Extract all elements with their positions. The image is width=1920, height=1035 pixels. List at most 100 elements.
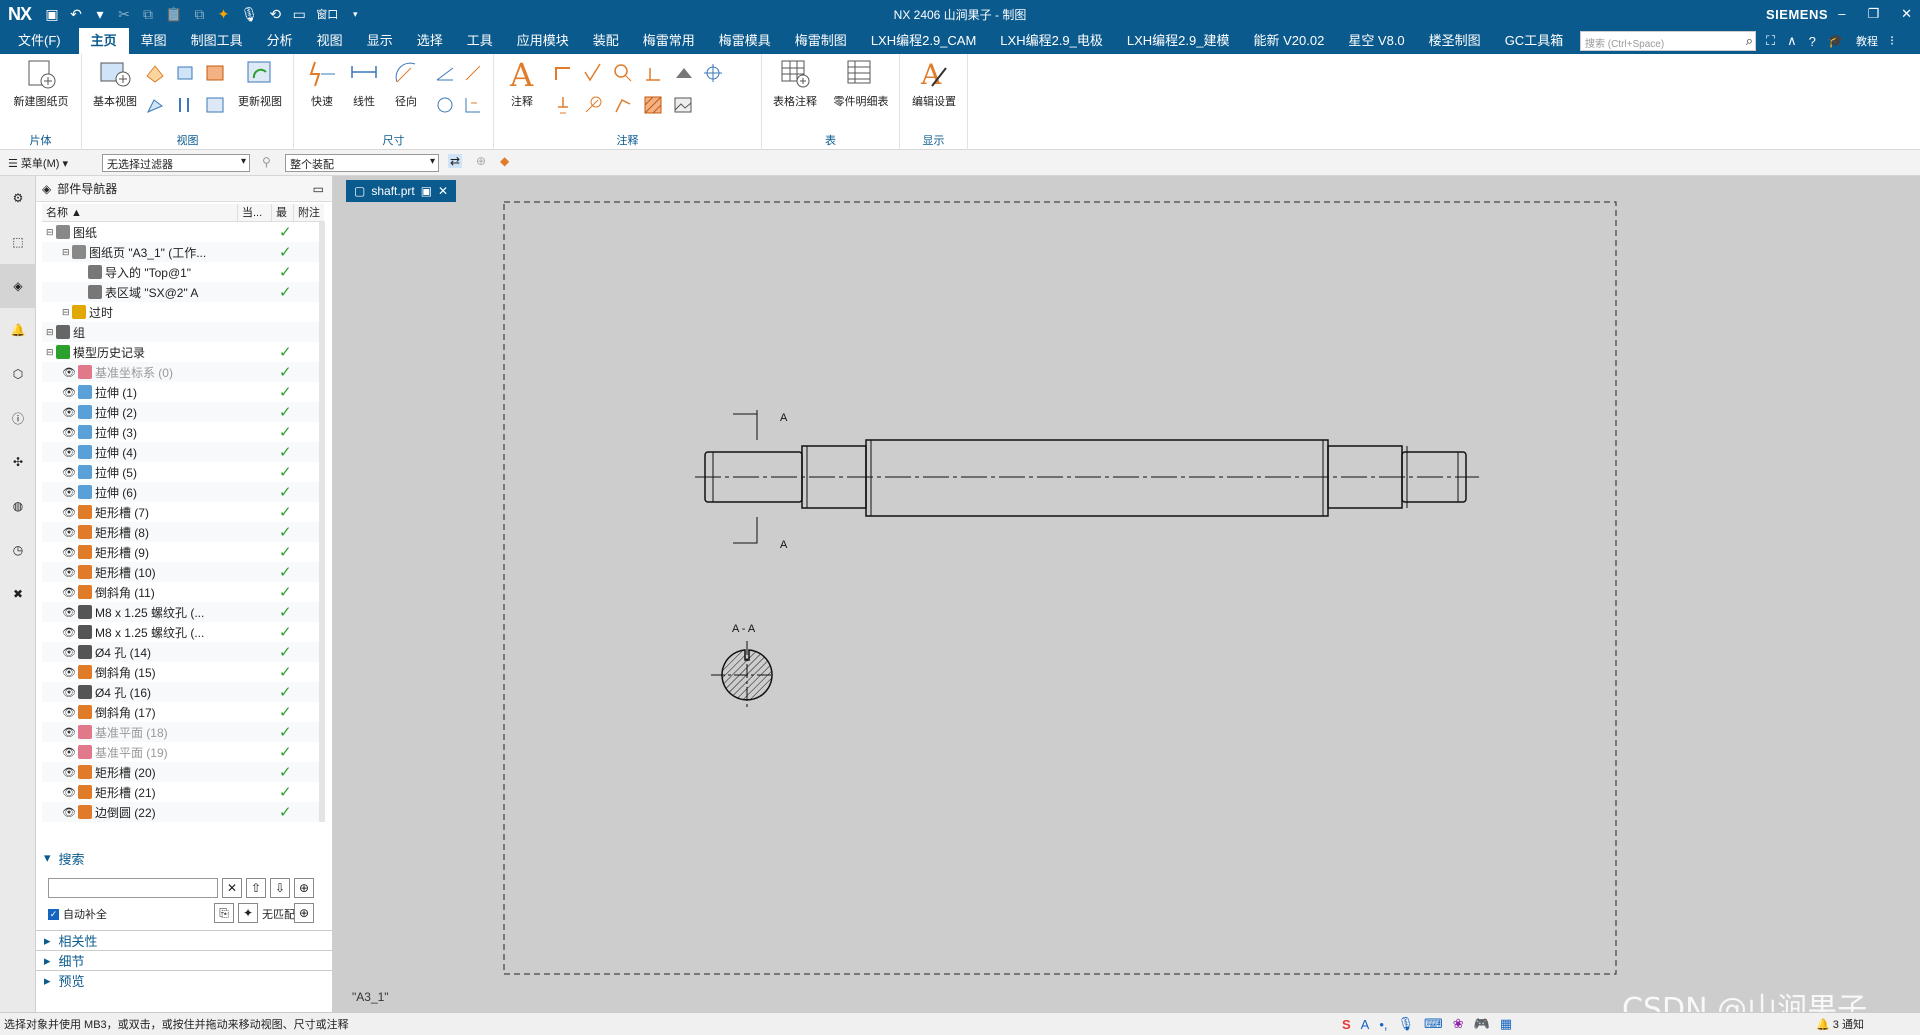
new-sheet-button[interactable]: 新建图纸页 xyxy=(8,58,74,109)
update-view-button[interactable]: 更新视图 xyxy=(232,58,288,109)
filter-icon[interactable]: ⚲ xyxy=(262,155,271,169)
tree-row[interactable]: ⊟ 组 xyxy=(42,322,322,342)
visibility-eye-icon[interactable]: 👁 xyxy=(62,666,76,679)
process-studio-icon[interactable]: ✣ xyxy=(0,440,36,484)
menu-tab[interactable]: 草图 xyxy=(129,28,179,54)
visibility-eye-icon[interactable]: 👁 xyxy=(62,706,76,719)
menu-tab[interactable]: 视图 xyxy=(305,28,355,54)
selection-mode-icon[interactable]: ◆ xyxy=(500,154,509,168)
tree-row[interactable]: ⊟ 图纸页 "A3_1" (工作... ✓ xyxy=(42,242,322,262)
visibility-eye-icon[interactable]: 👁 xyxy=(62,806,76,819)
tree-row[interactable]: 👁 基准平面 (18) ✓ xyxy=(42,722,322,742)
tree-row[interactable]: 👁 拉伸 (6) ✓ xyxy=(42,482,322,502)
section-view-icon[interactable] xyxy=(204,62,226,84)
tree-row[interactable]: ⊟ 模型历史记录 ✓ xyxy=(42,342,322,362)
search-icon[interactable]: ⌕ xyxy=(1746,33,1753,49)
visibility-eye-icon[interactable]: 👁 xyxy=(62,786,76,799)
history-icon[interactable]: ◷ xyxy=(0,528,36,572)
menu-tab[interactable]: 选择 xyxy=(405,28,455,54)
tutorial-label[interactable]: 教程 xyxy=(1856,33,1878,49)
search-section-header[interactable]: 搜索 xyxy=(36,848,333,868)
tree-row[interactable]: 👁 拉伸 (4) ✓ xyxy=(42,442,322,462)
expand-toggle-icon[interactable]: ⊟ xyxy=(46,327,56,338)
menu-tab[interactable]: 梅雷常用 xyxy=(631,28,707,54)
column-latest[interactable]: 最 xyxy=(272,204,294,221)
detail-view-icon[interactable] xyxy=(174,62,196,84)
visibility-eye-icon[interactable]: 👁 xyxy=(62,526,76,539)
tabular-note-button[interactable]: 表格注释 xyxy=(766,58,824,109)
more-icon[interactable]: ⁝ xyxy=(1890,33,1894,49)
tree-row[interactable]: 👁 M8 x 1.25 螺纹孔 (... ✓ xyxy=(42,602,322,622)
column-name[interactable]: 名称 ▲ xyxy=(42,204,238,221)
column-current[interactable]: 当... xyxy=(238,204,272,221)
graphics-window[interactable]: A A A - A xyxy=(333,176,1920,1012)
tree-row[interactable]: 👁 倒斜角 (15) ✓ xyxy=(42,662,322,682)
command-search-input[interactable]: 搜索 (Ctrl+Space) ⌕ xyxy=(1580,31,1756,51)
tree-row[interactable]: 表区域 "SX@2" A ✓ xyxy=(42,282,322,302)
snap-point-icon[interactable]: ⊕ xyxy=(476,154,486,168)
visibility-eye-icon[interactable]: 👁 xyxy=(62,646,76,659)
wildcard-icon[interactable]: ✦ xyxy=(238,903,258,923)
tree-row[interactable]: 👁 矩形槽 (9) ✓ xyxy=(42,542,322,562)
linear-dimension-button[interactable]: 线性 xyxy=(344,58,384,109)
tree-row[interactable]: 👁 矩形槽 (20) ✓ xyxy=(42,762,322,782)
collapse-ribbon-icon[interactable]: ∧ xyxy=(1787,33,1797,49)
target-point-icon[interactable] xyxy=(582,94,604,116)
tree-row[interactable]: 👁 矩形槽 (10) ✓ xyxy=(42,562,322,582)
reuse-library-icon[interactable]: 🔔 xyxy=(0,308,36,352)
menu-tab[interactable]: GC工具箱 xyxy=(1493,28,1576,54)
menu-tab[interactable]: 星空 V8.0 xyxy=(1336,28,1416,54)
intersection-symbol-icon[interactable] xyxy=(612,94,634,116)
tree-row[interactable]: 👁 M8 x 1.25 螺纹孔 (... ✓ xyxy=(42,622,322,642)
parts-list-button[interactable]: 零件明细表 xyxy=(828,58,894,109)
visibility-eye-icon[interactable]: 👁 xyxy=(62,746,76,759)
section-preview[interactable]: 预览 xyxy=(36,970,333,990)
repeat-command-icon[interactable]: ⟲ xyxy=(268,6,282,23)
visibility-eye-icon[interactable]: 👁 xyxy=(62,366,76,379)
expand-toggle-icon[interactable]: ⊟ xyxy=(46,347,56,358)
image-icon[interactable] xyxy=(672,94,694,116)
radial-dimension-button[interactable]: 径向 xyxy=(386,58,426,109)
ime-grid-icon[interactable]: ▦ xyxy=(1500,1016,1512,1032)
rapid-dimension-button[interactable]: 快速 xyxy=(302,58,342,109)
menu-tab[interactable]: 制图工具 xyxy=(179,28,255,54)
menu-button[interactable]: ☰ 菜单(M) ▾ xyxy=(0,155,76,171)
broken-view-icon[interactable] xyxy=(144,94,166,116)
highlight-results-icon[interactable]: ⊕ xyxy=(294,878,314,898)
window-icon[interactable]: ▭ xyxy=(292,6,306,23)
tree-row[interactable]: 👁 矩形槽 (8) ✓ xyxy=(42,522,322,542)
tree-row[interactable]: 👁 拉伸 (1) ✓ xyxy=(42,382,322,402)
tree-row[interactable]: 👁 基准平面 (19) ✓ xyxy=(42,742,322,762)
visibility-eye-icon[interactable]: 👁 xyxy=(62,726,76,739)
settings-icon[interactable]: ⚙ xyxy=(0,176,36,220)
note-button[interactable]: A 注释 xyxy=(502,56,542,109)
visibility-eye-icon[interactable]: 👁 xyxy=(62,506,76,519)
menu-tab[interactable]: LXH编程2.9_建模 xyxy=(1115,28,1242,54)
surface-finish-icon[interactable] xyxy=(582,62,604,84)
save-icon[interactable]: ▣ xyxy=(45,6,59,23)
selection-scope-dropdown[interactable]: 整个装配 xyxy=(285,154,439,172)
selection-filter-dropdown[interactable]: 无选择过滤器 xyxy=(102,154,250,172)
tree-row[interactable]: 👁 拉伸 (2) ✓ xyxy=(42,402,322,422)
menu-tab[interactable]: 显示 xyxy=(355,28,405,54)
tree-row[interactable]: 👁 矩形槽 (21) ✓ xyxy=(42,782,322,802)
select-results-icon[interactable]: ⊕ xyxy=(294,903,314,923)
cut-icon[interactable]: ✂ xyxy=(117,6,131,23)
next-result-icon[interactable]: ⇩ xyxy=(270,878,290,898)
document-tab[interactable]: ▢ shaft.prt ▣ ✕ xyxy=(346,180,457,202)
part-navigator-icon[interactable]: ◈ xyxy=(0,264,36,308)
tree-row[interactable]: 👁 拉伸 (5) ✓ xyxy=(42,462,322,482)
menu-tab[interactable]: 主页 xyxy=(78,28,129,54)
tools-icon[interactable]: ✖ xyxy=(0,572,36,616)
navigator-scrollbar[interactable] xyxy=(319,222,325,822)
chamfer-dimension-icon[interactable] xyxy=(462,62,484,84)
ime-logo-icon[interactable]: S xyxy=(1342,1017,1351,1032)
projected-view-icon[interactable] xyxy=(144,62,166,84)
info-icon[interactable]: ⓘ xyxy=(0,396,36,440)
assembly-navigator-icon[interactable]: ⬚ xyxy=(0,220,36,264)
angular-dimension-icon[interactable] xyxy=(434,62,456,84)
tree-row[interactable]: 👁 倒斜角 (17) ✓ xyxy=(42,702,322,722)
expand-toggle-icon[interactable]: ⊟ xyxy=(62,307,72,318)
menu-tab[interactable]: 工具 xyxy=(455,28,505,54)
chevron-down-icon[interactable]: ▾ xyxy=(348,9,362,20)
